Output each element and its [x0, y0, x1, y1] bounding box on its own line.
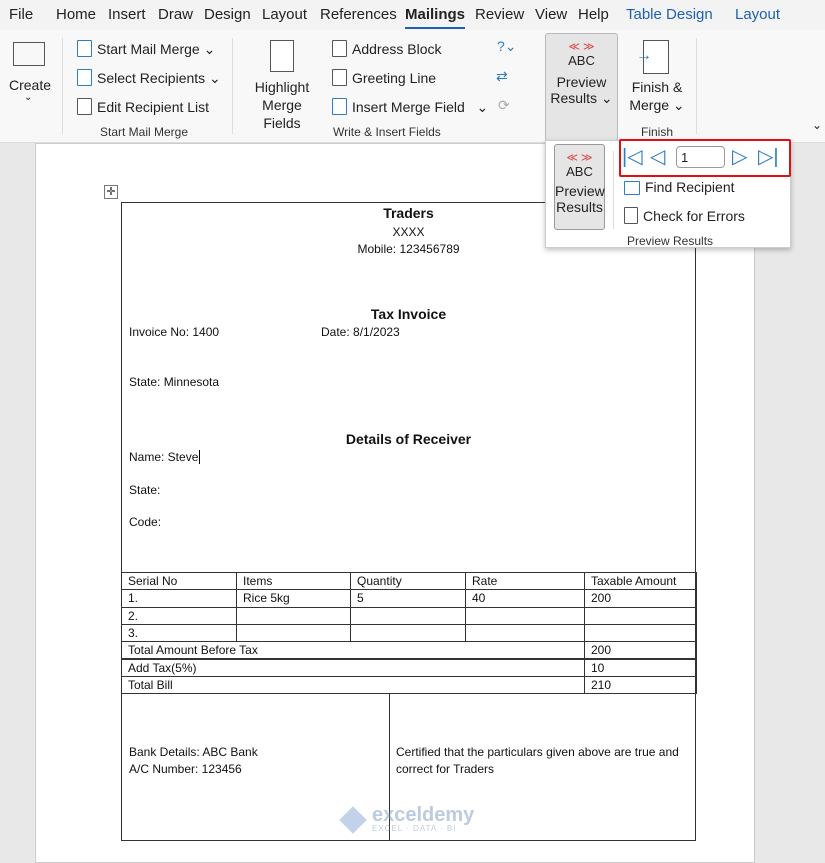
address-block-button[interactable]: Address Block	[332, 40, 441, 57]
edit-recipient-list-button[interactable]: Edit Recipient List	[77, 98, 209, 115]
table-move-handle-icon[interactable]: ✛	[104, 185, 118, 199]
insert-merge-field-button[interactable]: Insert Merge Field ⌄	[332, 98, 488, 116]
group-label-finish: Finish	[641, 125, 674, 139]
update-labels-icon: ⟳	[498, 97, 510, 113]
finish-merge-button[interactable]: Finish & Merge ⌄	[626, 78, 688, 114]
receiver-name[interactable]: Name: Steve	[129, 450, 201, 464]
receiver-code: Code:	[129, 515, 162, 529]
table-cell: 5	[350, 589, 466, 608]
find-recipient-button[interactable]: Find Recipient	[624, 179, 735, 195]
tab-view[interactable]: View	[535, 6, 567, 23]
tab-insert[interactable]: Insert	[108, 6, 146, 23]
column-header: Taxable Amount	[584, 572, 697, 591]
table-cell: Rice 5kg	[236, 589, 351, 608]
column-header: Quantity	[350, 572, 466, 591]
table-cell	[465, 623, 585, 643]
tab-table-design[interactable]: Table Design	[626, 6, 713, 23]
tab-mailings[interactable]: Mailings	[405, 6, 466, 29]
certificate-line2: correct for Traders	[396, 762, 495, 776]
table-cell: 2.	[121, 606, 237, 625]
group-label-preview-results: Preview Results	[627, 234, 714, 248]
rules-button[interactable]: ?⌄	[497, 38, 517, 55]
tab-help[interactable]: Help	[578, 6, 609, 23]
column-header: Items	[236, 572, 351, 591]
table-cell	[350, 623, 466, 643]
table-cell	[584, 606, 697, 625]
next-record-icon[interactable]: ▷	[732, 147, 747, 167]
tab-home[interactable]: Home	[56, 6, 96, 23]
watermark-logo: exceldemy EXCEL · DATA · BI	[339, 805, 474, 834]
details-heading: Details of Receiver	[345, 431, 472, 447]
table-cell	[465, 606, 585, 625]
tax-invoice-heading: Tax Invoice	[370, 306, 447, 322]
select-recipients-button[interactable]: Select Recipients ⌄	[77, 69, 221, 87]
tab-file[interactable]: File	[9, 6, 33, 23]
document-icon	[332, 69, 347, 86]
greeting-line-button[interactable]: Greeting Line	[332, 69, 436, 86]
start-mail-merge-button[interactable]: Start Mail Merge ⌄	[77, 40, 215, 58]
check-errors-icon	[624, 207, 638, 224]
find-icon	[624, 181, 640, 195]
certificate-line1: Certified that the particulars given abo…	[396, 745, 679, 759]
check-errors-button[interactable]: Check for Errors	[624, 207, 745, 224]
finish-merge-icon: →	[636, 40, 669, 74]
tab-layout[interactable]: Layout	[262, 6, 307, 23]
column-header: Rate	[465, 572, 585, 591]
invoice-number: Invoice No: 1400	[129, 325, 220, 339]
preview-arrows-icon: ≪ ≫	[568, 41, 595, 53]
bank-details: Bank Details: ABC Bank	[129, 745, 258, 759]
table-cell	[584, 623, 697, 643]
first-record-icon[interactable]: |◁	[622, 147, 643, 167]
invoice-date: Date: 8/1/2023	[321, 325, 400, 339]
preview-results-toggle[interactable]: ≪ ≫ ABC Preview Results	[554, 144, 605, 230]
mail-merge-icon	[77, 40, 92, 57]
group-label-write-insert: Write & Insert Fields	[333, 125, 441, 139]
table-cell: 200	[584, 589, 697, 608]
recipients-icon	[77, 69, 92, 86]
table-cell: 3.	[121, 623, 237, 643]
document-icon	[332, 40, 347, 57]
total-label: Total Bill	[121, 675, 585, 695]
column-header: Serial No	[121, 572, 237, 591]
highlight-merge-fields-button[interactable]: Highlight Merge Fields	[242, 78, 322, 132]
table-cell	[236, 606, 351, 625]
tab-review[interactable]: Review	[475, 6, 524, 23]
merge-field-icon	[332, 98, 347, 115]
tab-table-layout[interactable]: Layout	[735, 6, 780, 23]
highlight-fields-icon	[270, 40, 294, 72]
collapse-ribbon-icon[interactable]: ⌄	[812, 118, 822, 132]
table-cell	[236, 623, 351, 643]
record-number-input[interactable]: 1	[676, 146, 725, 168]
preview-results-dropdown: ≪ ≫ ABC Preview Results |◁ ◁ 1 ▷ ▷| Find…	[545, 139, 791, 248]
group-label-start-mail-merge: Start Mail Merge	[100, 125, 189, 139]
tab-references[interactable]: References	[320, 6, 397, 23]
receiver-state: State:	[129, 483, 161, 497]
tab-design[interactable]: Design	[204, 6, 251, 23]
preview-results-button[interactable]: ≪ ≫ ABC Preview Results ⌄	[545, 33, 618, 141]
preview-arrows-icon: ≪ ≫	[566, 152, 593, 164]
create-button[interactable]: Create	[9, 77, 51, 93]
account-number: A/C Number: 123456	[129, 762, 242, 776]
last-record-icon[interactable]: ▷|	[758, 147, 779, 167]
total-value: 200	[584, 641, 697, 660]
total-value: 210	[584, 675, 697, 695]
match-fields-icon[interactable]: ⇄	[496, 68, 508, 85]
envelope-icon	[13, 42, 45, 66]
table-cell: 1.	[121, 589, 237, 608]
total-value: 10	[584, 658, 697, 677]
chevron-down-icon: ⌄	[24, 92, 33, 103]
table-cell: 40	[465, 589, 585, 608]
ribbon-tabs: File Home Insert Draw Design Layout Refe…	[0, 0, 825, 30]
ribbon: Create ⌄ Start Mail Merge ⌄ Select Recip…	[0, 30, 825, 143]
total-label: Add Tax(5%)	[121, 658, 585, 677]
table-cell	[350, 606, 466, 625]
previous-record-icon[interactable]: ◁	[650, 147, 665, 167]
state-top: State: Minnesota	[129, 375, 220, 389]
total-label: Total Amount Before Tax	[121, 641, 585, 660]
edit-list-icon	[77, 98, 92, 115]
tab-draw[interactable]: Draw	[158, 6, 193, 23]
